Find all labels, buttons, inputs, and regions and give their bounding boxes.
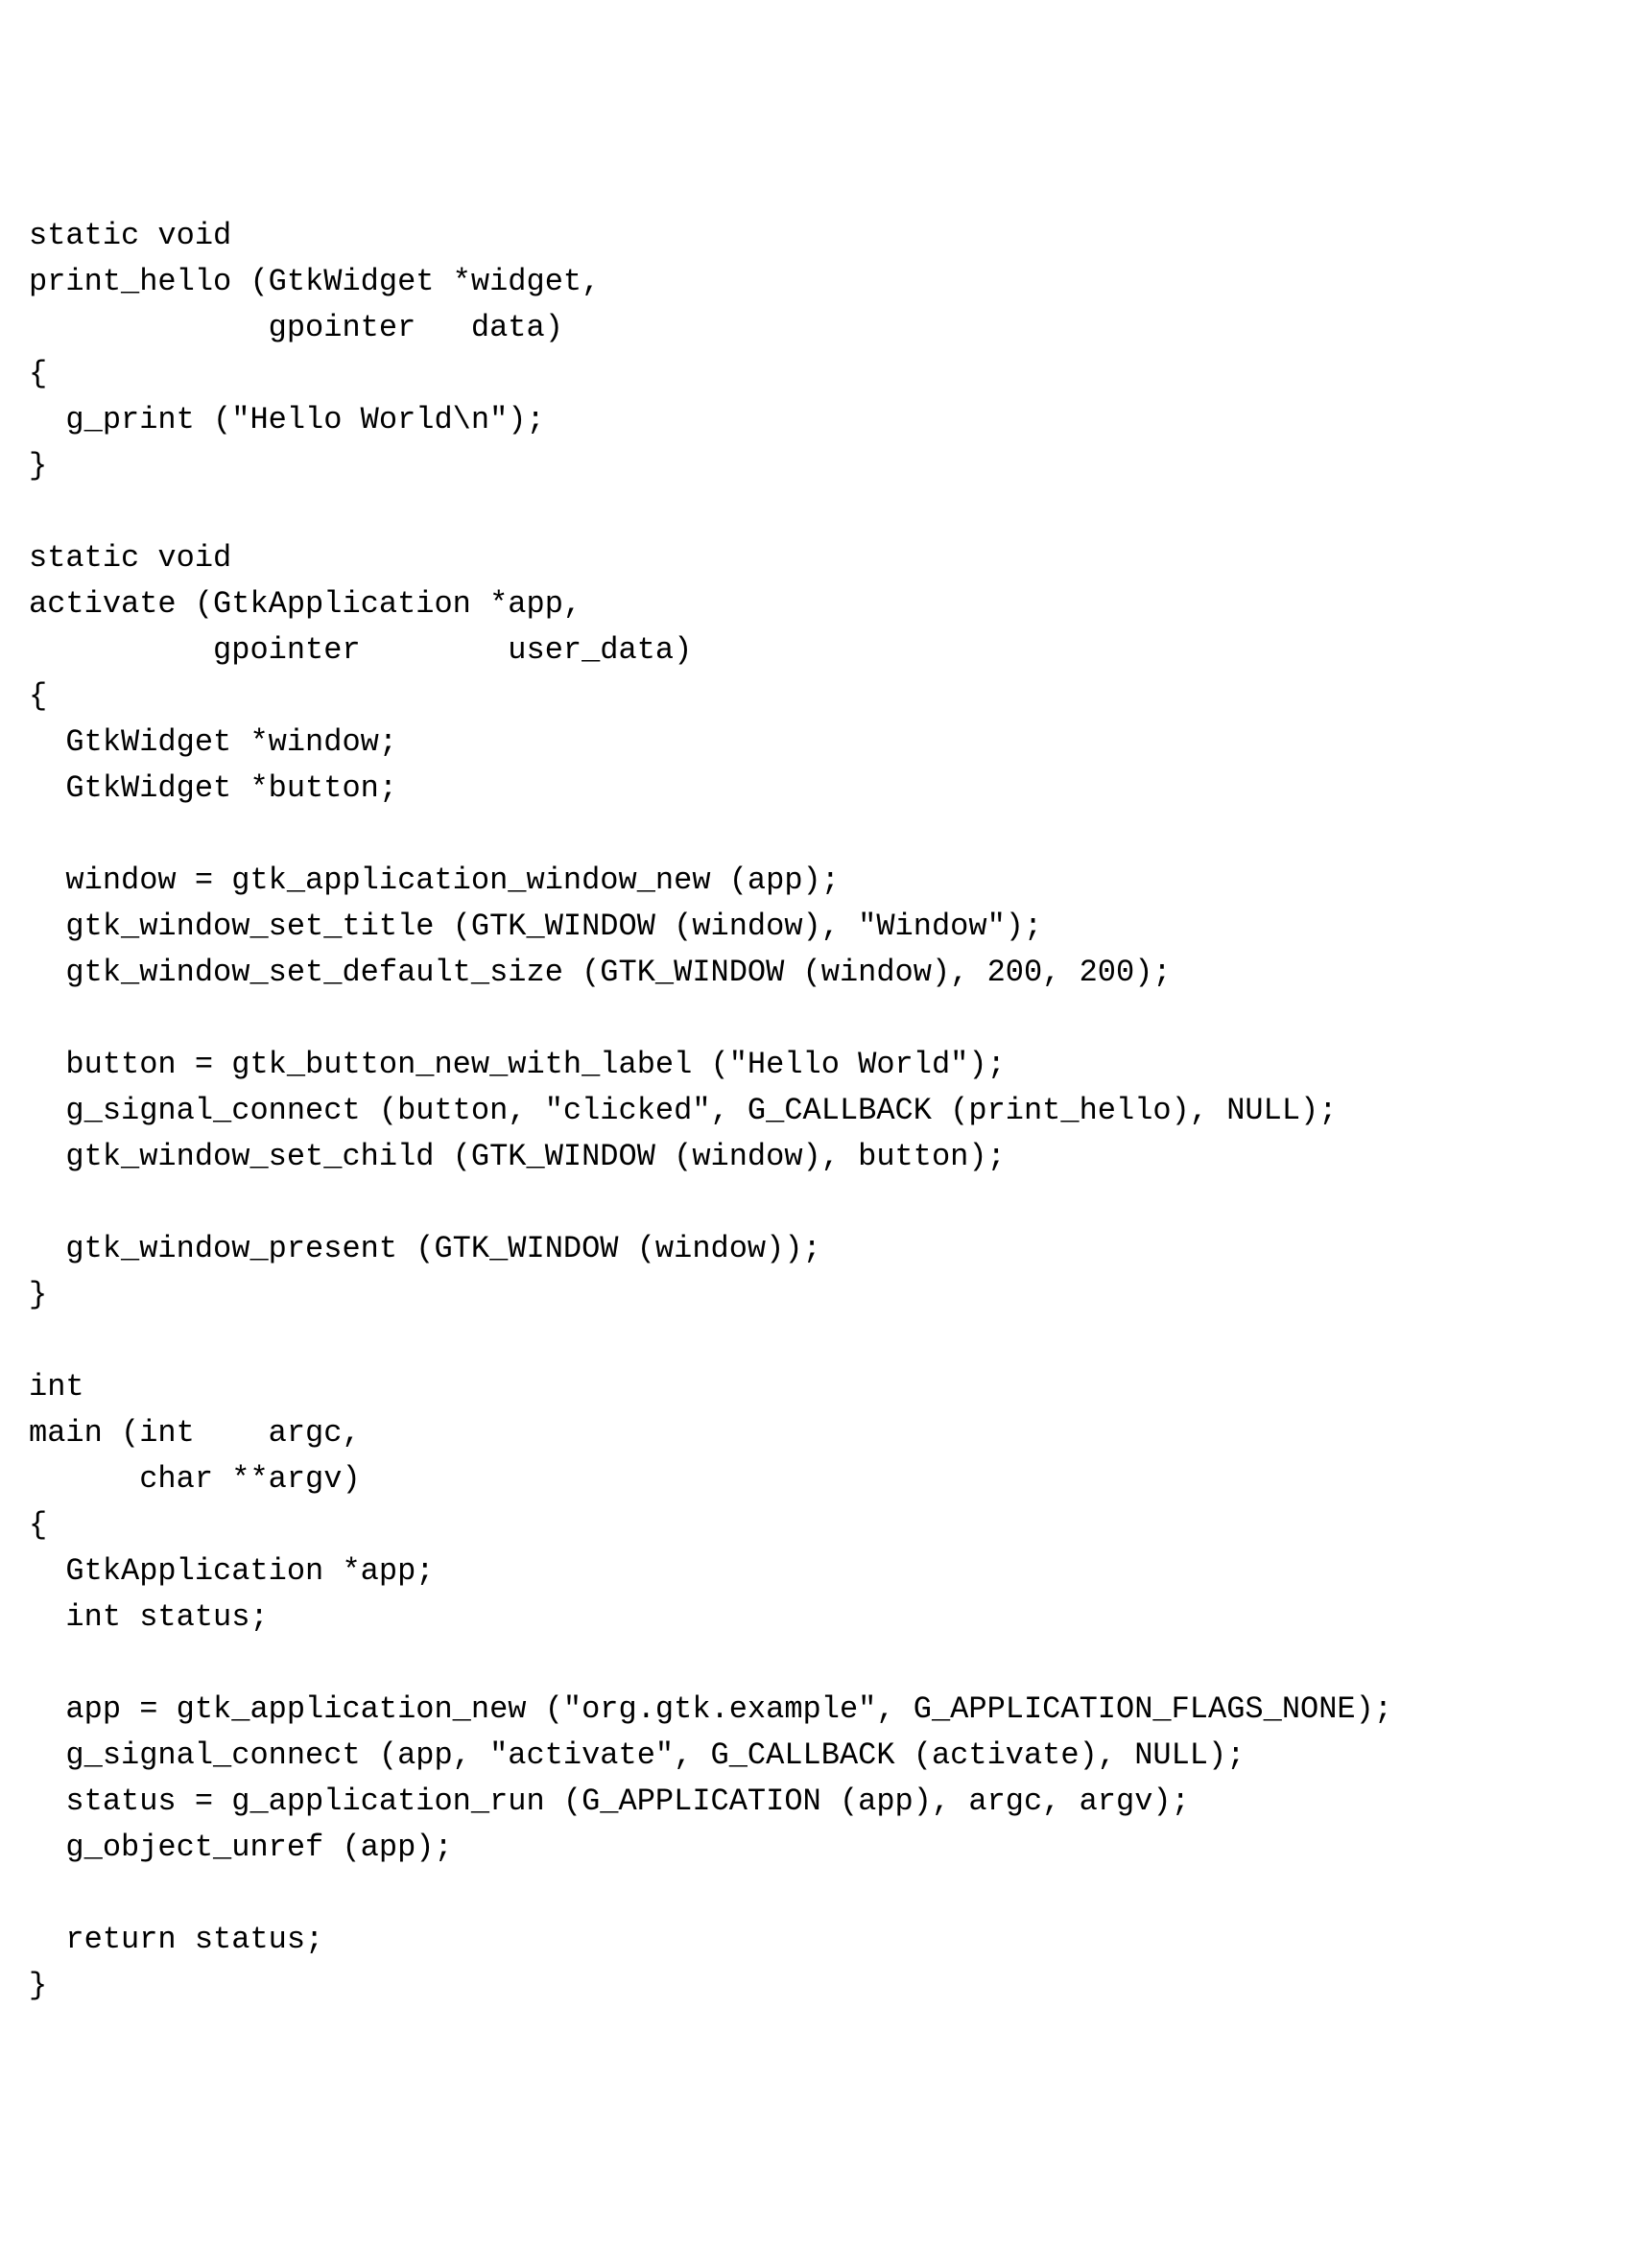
- code-listing: static void print_hello (GtkWidget *widg…: [29, 213, 1609, 2009]
